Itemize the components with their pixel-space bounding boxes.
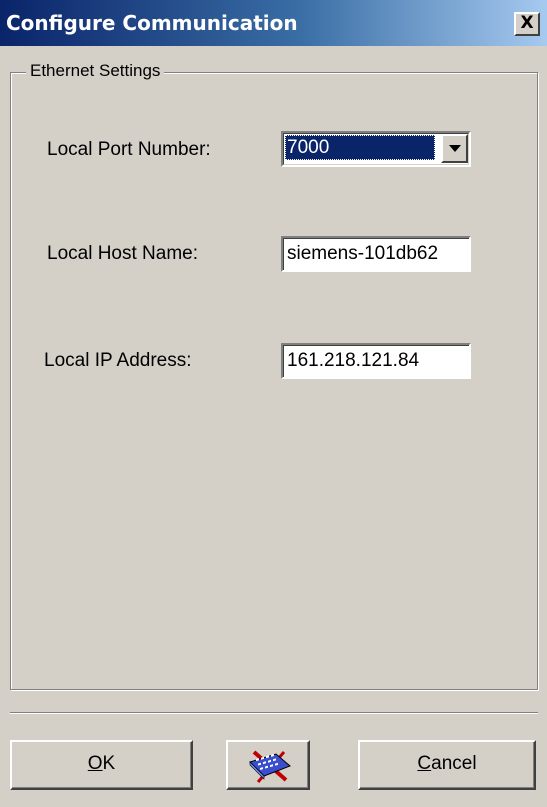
local-ip-value: 161.218.121.84 [283, 345, 469, 377]
local-port-value: 7000 [285, 135, 435, 160]
local-host-value: siemens-101db62 [283, 238, 469, 270]
title-bar[interactable]: Configure Communication X [0, 0, 547, 46]
keyboard-icon [249, 750, 291, 783]
local-port-dropdown[interactable]: 7000 [281, 131, 471, 167]
local-ip-label: Local IP Address: [44, 350, 192, 371]
local-host-label: Local Host Name: [47, 243, 199, 264]
ok-mnemonic: O [87, 753, 103, 774]
close-icon: X [520, 13, 534, 33]
close-button[interactable]: X [514, 12, 540, 36]
local-ip-field[interactable]: 161.218.121.84 [281, 343, 471, 379]
configure-communication-dialog: Configure Communication X Ethernet Setti… [0, 0, 547, 807]
group-legend: Ethernet Settings [26, 61, 165, 81]
local-port-label: Local Port Number: [47, 139, 211, 160]
local-host-field[interactable]: siemens-101db62 [281, 236, 471, 272]
cancel-label-rest: ancel [431, 753, 477, 774]
chevron-down-icon [449, 145, 461, 152]
keyboard-button[interactable] [226, 740, 310, 790]
ok-label-rest: K [102, 753, 116, 774]
dialog-title: Configure Communication [6, 11, 298, 35]
separator-line [10, 712, 538, 714]
cancel-button[interactable]: Cancel [358, 740, 536, 790]
dropdown-arrow-button[interactable] [441, 134, 468, 163]
ok-button[interactable]: OK [10, 740, 193, 790]
cancel-mnemonic: C [417, 753, 432, 774]
